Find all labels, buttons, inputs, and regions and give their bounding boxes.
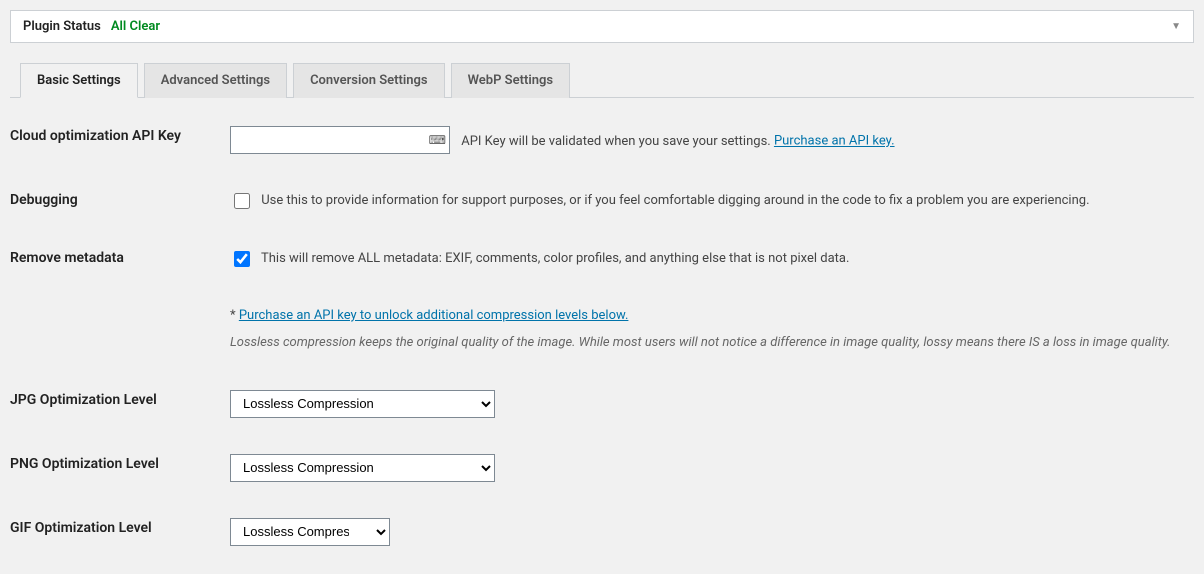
remove-metadata-row: This will remove ALL metadata: EXIF, com… — [230, 251, 849, 266]
api-key-label: Cloud optimization API Key — [10, 108, 230, 172]
lossless-explainer: Lossless compression keeps the original … — [230, 333, 1184, 354]
status-label: Plugin Status — [23, 19, 101, 34]
note-star: * — [230, 308, 239, 323]
purchase-api-key-link[interactable]: Purchase an API key. — [774, 134, 895, 149]
tab-basic-settings[interactable]: Basic Settings — [20, 63, 138, 98]
jpg-level-select[interactable]: Lossless Compression — [230, 390, 495, 418]
gif-level-select[interactable]: Lossless Compression — [230, 518, 390, 546]
chevron-down-icon: ▼ — [1171, 21, 1181, 32]
remove-metadata-desc: This will remove ALL metadata: EXIF, com… — [261, 251, 849, 266]
debugging-row: Use this to provide information for supp… — [230, 193, 1090, 208]
plugin-status-bar[interactable]: Plugin Status All Clear ▼ — [10, 10, 1194, 43]
debugging-label: Debugging — [10, 172, 230, 230]
tab-webp-settings[interactable]: WebP Settings — [451, 63, 570, 98]
remove-metadata-label: Remove metadata — [10, 230, 230, 288]
jpg-level-label: JPG Optimization Level — [10, 372, 230, 436]
debugging-checkbox[interactable] — [234, 193, 250, 209]
tab-advanced-settings[interactable]: Advanced Settings — [144, 63, 287, 98]
settings-tabs: Basic Settings Advanced Settings Convers… — [10, 63, 1194, 98]
remove-metadata-checkbox[interactable] — [234, 251, 250, 267]
png-level-label: PNG Optimization Level — [10, 436, 230, 500]
settings-form: Cloud optimization API Key ⌨ API Key wil… — [10, 108, 1194, 564]
api-key-input[interactable] — [230, 126, 450, 154]
png-level-select[interactable]: Lossless Compression — [230, 454, 495, 482]
debugging-desc: Use this to provide information for supp… — [261, 193, 1089, 208]
gif-level-label: GIF Optimization Level — [10, 500, 230, 564]
tab-conversion-settings[interactable]: Conversion Settings — [293, 63, 445, 98]
status-value: All Clear — [111, 19, 160, 34]
compression-note: * Purchase an API key to unlock addition… — [230, 288, 1194, 372]
unlock-link[interactable]: Purchase an API key to unlock additional… — [239, 308, 629, 323]
api-key-help: API Key will be validated when you save … — [461, 134, 774, 149]
